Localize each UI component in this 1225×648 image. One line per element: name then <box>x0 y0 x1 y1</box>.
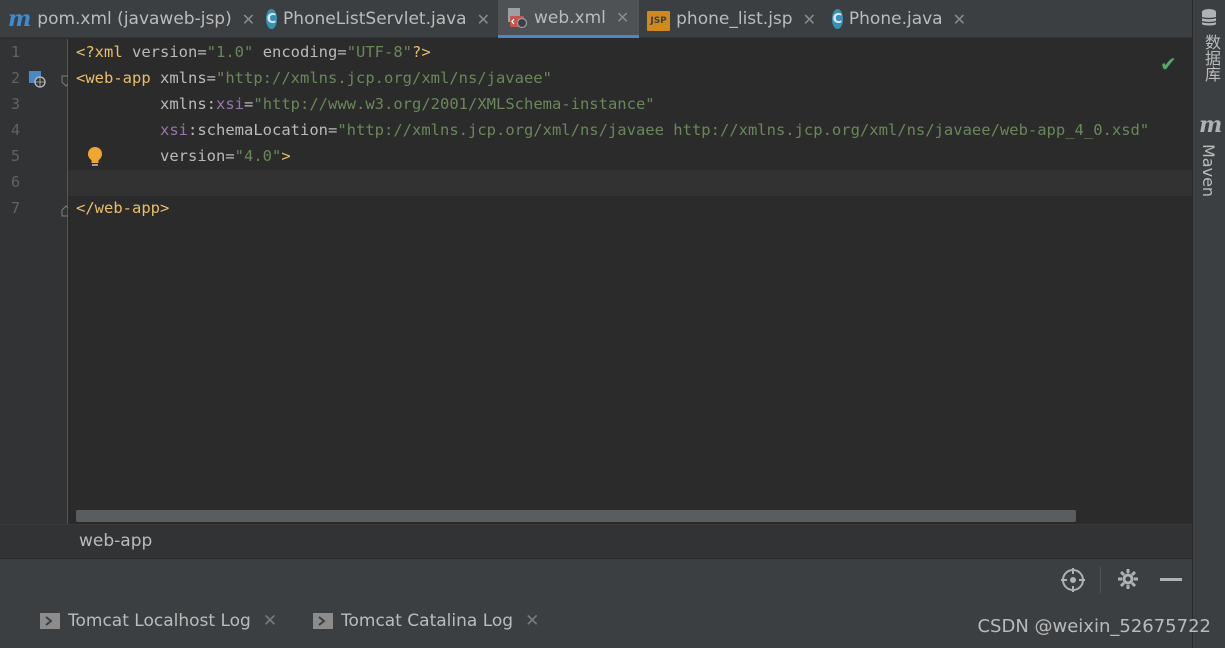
close-icon[interactable]: ✕ <box>953 10 966 29</box>
tab-tomcat-catalina-log[interactable]: Tomcat Catalina Log ✕ <box>313 611 539 631</box>
editor-gutter: 1 2 3 4 5 6 7 <box>0 39 71 524</box>
line-number: 2 <box>10 69 20 87</box>
tab-label: Phone.java <box>848 9 943 29</box>
tab-label: phone_list.jsp <box>676 9 793 29</box>
target-icon[interactable] <box>1060 567 1086 599</box>
tab-phone-list-servlet[interactable]: C PhoneListServlet.java ✕ <box>258 0 498 38</box>
toolbar-divider <box>1100 567 1101 593</box>
sidebar-item-maven[interactable]: Maven <box>1199 144 1218 197</box>
code-line-3: xmlns:xsi="http://www.w3.org/2001/XMLSch… <box>160 95 655 113</box>
java-class-icon: C <box>832 9 843 29</box>
lightbulb-icon[interactable] <box>86 146 104 168</box>
code-editor[interactable]: <?xml version="1.0" encoding="UTF-8"?> <… <box>68 39 1192 524</box>
tab-phone-list-jsp[interactable]: JSP phone_list.jsp ✕ <box>639 0 824 38</box>
tab-label: PhoneListServlet.java <box>283 9 467 29</box>
tab-label: web.xml <box>534 7 606 28</box>
caret-line-highlight <box>68 170 1192 196</box>
minimize-icon[interactable] <box>1160 578 1182 581</box>
jsp-icon: JSP <box>647 11 671 31</box>
breadcrumb: web-app <box>0 524 1192 558</box>
line-number: 6 <box>10 173 20 191</box>
check-icon[interactable]: ✔ <box>1160 52 1177 76</box>
close-icon[interactable]: ✕ <box>242 10 255 29</box>
line-number: 5 <box>10 147 20 165</box>
line-number: 7 <box>10 199 20 217</box>
breadcrumb-item[interactable]: web-app <box>79 531 152 551</box>
maven-icon: m <box>8 6 32 32</box>
line-number: 1 <box>10 43 20 61</box>
tab-phone-java[interactable]: C Phone.java ✕ <box>824 0 974 38</box>
editor-tab-bar: m pom.xml (javaweb-jsp) ✕ C PhoneListSer… <box>0 0 1192 38</box>
code-line-5: version="4.0"> <box>160 147 291 165</box>
horizontal-scrollbar[interactable] <box>76 510 1076 522</box>
web-xml-icon <box>506 7 528 29</box>
watermark: CSDN @weixin_52675722 <box>977 616 1211 637</box>
tab-tomcat-localhost-log[interactable]: Tomcat Localhost Log ✕ <box>40 611 277 631</box>
close-icon[interactable]: ✕ <box>803 10 816 29</box>
web-gutter-icon[interactable] <box>28 70 46 92</box>
code-line-2: <web-app xmlns="http://xmlns.jcp.org/xml… <box>76 69 552 87</box>
maven-icon[interactable]: m <box>1199 112 1222 138</box>
close-icon[interactable]: ✕ <box>477 10 490 29</box>
close-icon[interactable]: ✕ <box>263 611 277 631</box>
right-tool-sidebar: 数据库 m Maven <box>1192 0 1225 648</box>
sidebar-item-database[interactable]: 数据库 <box>1199 34 1223 82</box>
database-icon[interactable] <box>1200 8 1218 32</box>
code-line-4: xsi:schemaLocation="http://xmlns.jcp.org… <box>160 121 1150 139</box>
line-number: 3 <box>10 95 20 113</box>
tab-pom-xml[interactable]: m pom.xml (javaweb-jsp) ✕ <box>0 0 258 38</box>
tab-label: pom.xml (javaweb-jsp) <box>37 9 232 29</box>
tab-web-xml[interactable]: web.xml ✕ <box>498 0 639 38</box>
console-icon <box>313 613 333 629</box>
console-icon <box>40 613 60 629</box>
code-line-7: </web-app> <box>76 199 170 217</box>
close-icon[interactable]: ✕ <box>525 611 539 631</box>
tab-label: Tomcat Catalina Log <box>341 611 514 631</box>
line-number: 4 <box>10 121 20 139</box>
java-class-icon: C <box>266 9 278 29</box>
code-line-1: <?xml version="1.0" encoding="UTF-8"?> <box>76 43 431 61</box>
close-icon[interactable]: ✕ <box>616 8 629 27</box>
tab-label: Tomcat Localhost Log <box>68 611 251 631</box>
gear-icon[interactable] <box>1116 567 1140 597</box>
